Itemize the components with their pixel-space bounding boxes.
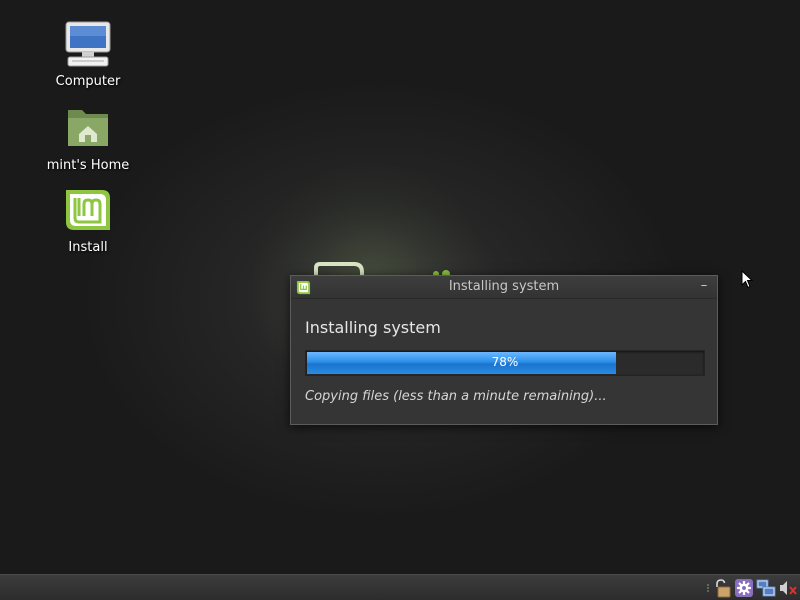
installer-dialog[interactable]: Installing system – Installing system 78… — [290, 275, 718, 425]
home-folder-icon — [68, 110, 108, 146]
dialog-title: Installing system — [448, 279, 560, 294]
network-icon[interactable] — [756, 578, 776, 598]
system-tray — [706, 578, 798, 598]
desktop-icon-home[interactable]: mint's Home — [38, 104, 138, 173]
progress-percent-label: 78% — [491, 355, 519, 369]
status-text: Copying files (less than a minute remain… — [305, 389, 607, 404]
minimize-button[interactable]: – — [697, 278, 711, 294]
dialog-heading: Installing system — [305, 318, 441, 337]
mint-install-icon — [66, 190, 110, 230]
desktop-icon-label: Computer — [55, 74, 121, 89]
dialog-titlebar[interactable]: Installing system – — [291, 276, 717, 299]
settings-icon[interactable] — [734, 578, 754, 598]
tray-separator-icon — [707, 584, 709, 592]
computer-icon — [65, 21, 111, 67]
desktop-icon-install[interactable]: Install — [38, 186, 138, 255]
lock-icon[interactable] — [712, 578, 732, 598]
desktop-icon-label: mint's Home — [46, 158, 130, 173]
mouse-cursor-icon — [741, 270, 754, 289]
desktop[interactable]: Computer mint's Home Install Installing … — [0, 0, 800, 600]
volume-muted-icon[interactable] — [778, 578, 798, 598]
install-progress-bar: 78% — [305, 350, 705, 376]
taskbar — [0, 574, 800, 600]
desktop-icon-label: Install — [68, 240, 108, 255]
desktop-icon-computer[interactable]: Computer — [38, 20, 138, 89]
